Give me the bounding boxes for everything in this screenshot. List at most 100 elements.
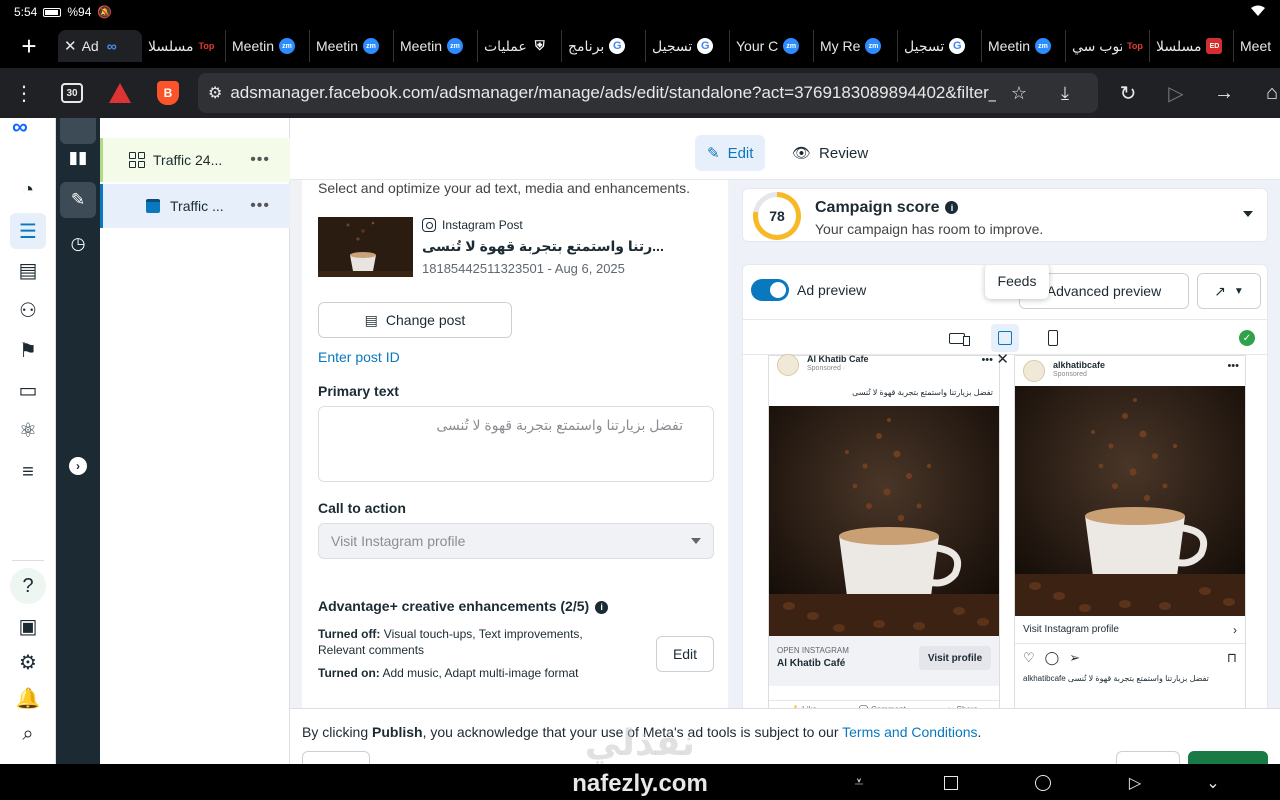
tab[interactable]: Meetin zm (982, 30, 1066, 62)
reload-icon[interactable]: ↻ (1104, 68, 1152, 118)
bookmark-icon[interactable]: ⊓ (1227, 650, 1237, 668)
campaign-tool-strip: ▮▮ ✎ ◷ › (56, 118, 100, 764)
comment-bubble-icon[interactable]: ◯ (1045, 650, 1060, 668)
check-icon: ✓ (1239, 330, 1255, 346)
edit-enhancements-button[interactable]: Edit (656, 636, 714, 672)
bookmark-icon[interactable]: ☆ (996, 83, 1042, 104)
cta-select[interactable]: Visit Instagram profile (318, 523, 714, 559)
kebab-menu-icon[interactable]: ⋮ (0, 68, 48, 118)
settings-gear-icon[interactable]: ⚙ (10, 644, 46, 680)
chevron-down-icon[interactable]: ⌄ (1202, 772, 1224, 794)
tab[interactable]: برنامج G (562, 30, 646, 62)
enter-post-id-link[interactable]: Enter post ID (318, 349, 400, 365)
ig-cta-bar[interactable]: Visit Instagram profile › (1015, 616, 1245, 644)
address-bar[interactable]: ⚙ adsmanager.facebook.com/adsmanager/man… (198, 73, 1098, 113)
back-button[interactable] (1116, 751, 1180, 764)
info-icon[interactable]: i (595, 600, 609, 614)
advanced-preview-label: Advanced preview (1046, 283, 1162, 299)
back-triangle-icon[interactable]: ▷ (1124, 772, 1146, 794)
tab-label: Meet (1240, 38, 1272, 54)
home-icon[interactable]: ⌂ (1248, 68, 1280, 118)
all-tools-menu-icon[interactable]: ≡ (10, 454, 46, 490)
close-tab-icon[interactable]: ✕ (64, 37, 77, 55)
publish-button[interactable] (1188, 751, 1268, 764)
url-text[interactable]: adsmanager.facebook.com/adsmanager/manag… (230, 83, 996, 103)
tab[interactable]: تسجيل G (646, 30, 730, 62)
tab[interactable]: توب سي Top (1066, 30, 1150, 62)
tab[interactable]: Meetin zm (310, 30, 394, 62)
campaign-score-card[interactable]: 78 Campaign score i Your campaign has roo… (742, 188, 1268, 242)
edit-tab[interactable]: ✎ Edit (695, 135, 766, 171)
campaign-megaphone-icon[interactable]: ⚑ (10, 332, 46, 368)
keyboard-hide-icon[interactable]: ⩡ (848, 772, 870, 794)
tab[interactable]: Meetin zm (394, 30, 478, 62)
change-post-button[interactable]: ▤ Change post (318, 302, 512, 338)
heart-icon[interactable]: ♡ (1023, 650, 1035, 668)
feeds-placement-icon[interactable] (991, 324, 1019, 352)
brave-shields-icon[interactable]: B (144, 68, 192, 118)
tab[interactable]: تسجيل G (898, 30, 982, 62)
help-icon[interactable]: ? (10, 568, 46, 604)
new-tab-button[interactable]: + (0, 31, 58, 62)
notifications-bell-icon[interactable]: 🔔 (10, 680, 46, 716)
site-settings-icon[interactable]: ⚙ (208, 83, 222, 103)
meta-logo-icon[interactable]: ∞ (12, 118, 28, 140)
primary-text-input[interactable]: تفضل بزيارتنا واستمتع بتجربة قهوة لا تُن… (318, 406, 714, 482)
close-button[interactable] (302, 751, 370, 764)
ads-manager-table-icon[interactable]: ☰ (10, 213, 46, 249)
more-icon[interactable]: ••• (1227, 360, 1239, 372)
audiences-icon[interactable]: ⚇ (10, 292, 46, 328)
adset-more-icon[interactable]: ••• (250, 151, 270, 169)
battery-icon (43, 7, 62, 17)
expand-panel-icon[interactable]: › (69, 457, 87, 475)
news-icon[interactable]: ▣ (10, 608, 46, 644)
fb-post-header: Al Khatib Cafe Sponsored · ••• ✕ (777, 351, 1009, 378)
send-icon[interactable]: ➢ (1069, 650, 1080, 668)
forward-icon[interactable]: → (1200, 68, 1248, 118)
tab[interactable]: My Re zm (814, 30, 898, 62)
google-icon: G (697, 38, 714, 54)
history-clock-icon[interactable]: ◷ (60, 226, 96, 262)
tab[interactable]: Your Czm (730, 30, 814, 62)
mobile-placement-icon[interactable] (1039, 324, 1067, 352)
tree-item-ad[interactable]: Traffic ... ••• (100, 184, 290, 228)
search-icon[interactable]: ⌕ (10, 716, 46, 752)
dashboard-icon[interactable]: ◔ (10, 172, 46, 208)
close-icon[interactable]: ✕ (996, 350, 1009, 368)
billing-card-icon[interactable]: ▭ (10, 372, 46, 408)
enhancements-off: Turned off: Visual touch-ups, Text impro… (318, 626, 618, 658)
pages-icon[interactable]: ▤ (10, 252, 46, 288)
tab[interactable]: Meet (1234, 30, 1280, 62)
tree-item-adset[interactable]: Traffic 24... ••• (100, 138, 290, 182)
review-tab[interactable]: 👁 Review (780, 135, 880, 171)
zoom-icon: zm (783, 38, 800, 54)
home-circle-icon[interactable] (1032, 772, 1054, 794)
all-placements-icon[interactable] (943, 324, 971, 352)
enhancements-on: Turned on: Add music, Adapt multi-image … (318, 665, 618, 681)
legal-publish-word: Publish (372, 724, 423, 740)
enhancements-title-text: Advantage+ creative enhancements (2/5) (318, 598, 590, 614)
brave-rewards-icon[interactable] (96, 68, 144, 118)
pencil-edit-icon[interactable]: ✎ (60, 182, 96, 218)
tab-switcher-button[interactable]: 30 (48, 68, 96, 118)
tab[interactable]: Meetin zm (226, 30, 310, 62)
tab[interactable]: مسلسلا ED (1150, 30, 1234, 62)
info-icon[interactable]: i (945, 201, 959, 215)
ad-more-icon[interactable]: ••• (250, 197, 270, 215)
tab-ads-manager[interactable]: ✕ Ad ∞ (58, 30, 142, 62)
play-icon[interactable]: ▷ (1152, 68, 1200, 118)
ad-preview-toggle[interactable] (751, 279, 789, 301)
bar-chart-icon[interactable]: ▮▮ (60, 140, 96, 176)
integrations-icon[interactable]: ⚛ (10, 412, 46, 448)
download-icon[interactable]: ⤓ (1042, 83, 1088, 104)
ig-sponsored: Sponsored (1053, 371, 1087, 378)
share-preview-button[interactable]: ↗ ▼ (1197, 273, 1261, 309)
recents-square-icon[interactable] (940, 772, 962, 794)
chevron-down-icon[interactable] (1243, 211, 1253, 217)
tab-label: Ad (81, 38, 99, 54)
visit-profile-button[interactable]: Visit profile (919, 646, 991, 670)
terms-link[interactable]: Terms and Conditions (842, 724, 977, 740)
tab[interactable]: مسلسلا Top (142, 30, 226, 62)
more-icon[interactable]: ••• (981, 354, 993, 366)
tab[interactable]: عمليات ⛨ (478, 30, 562, 62)
